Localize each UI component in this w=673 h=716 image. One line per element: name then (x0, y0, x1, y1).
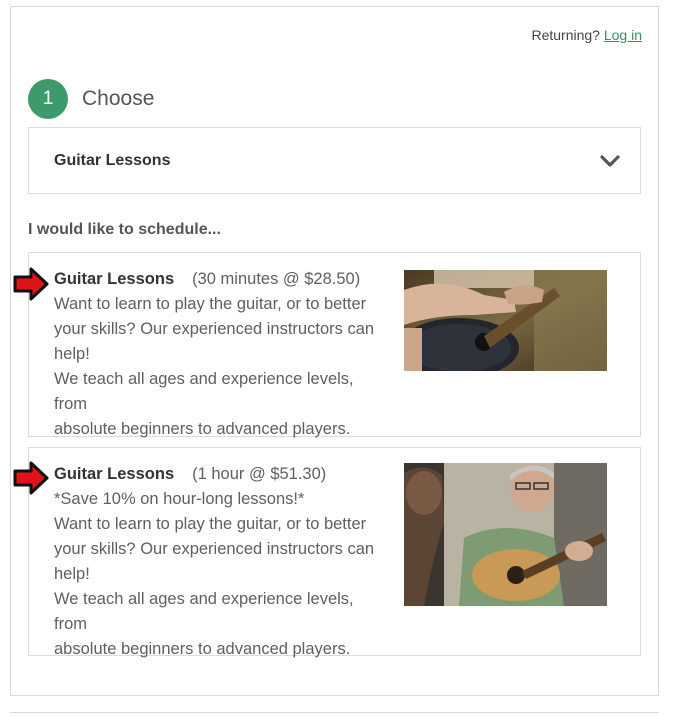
red-arrow-icon (13, 267, 49, 301)
returning-prompt: Returning? Log in (531, 27, 642, 43)
guitar-closeup-photo (404, 270, 607, 371)
service-description-line: your skills? Our experienced instructors… (54, 540, 375, 558)
service-promo-line: *Save 10% on hour-long lessons!* (54, 490, 305, 508)
service-description-line: help! (54, 565, 90, 583)
category-select-value: Guitar Lessons (54, 151, 171, 169)
schedule-heading: I would like to schedule... (28, 221, 221, 238)
service-option-30min[interactable]: Guitar Lessons (30 minutes @ $28.50) Want… (13, 252, 641, 438)
service-description-line: Want to learn to play the guitar, or to … (54, 295, 367, 313)
service-name: Guitar Lessons (54, 270, 175, 288)
service-description-line: Want to learn to play the guitar, or to … (54, 515, 367, 533)
step-title: Choose (82, 87, 155, 110)
login-link[interactable]: Log in (604, 27, 642, 43)
service-description-line: We teach all ages and experience levels,… (54, 370, 354, 413)
step-number-badge: 1 (28, 79, 68, 119)
chevron-down-icon (600, 154, 620, 167)
service-description-line: your skills? Our experienced instructors… (54, 320, 375, 338)
service-price: (30 minutes @ $28.50) (192, 270, 361, 288)
service-description-line: help! (54, 345, 90, 363)
service-option-text: Guitar Lessons (1 hour @ $51.30) *Save 10… (54, 462, 389, 662)
service-option-text: Guitar Lessons (30 minutes @ $28.50) Want… (54, 267, 389, 442)
service-description-line: We teach all ages and experience levels,… (54, 590, 354, 633)
service-option-1hour[interactable]: Guitar Lessons (1 hour @ $51.30) *Save 10… (13, 447, 641, 658)
guitar-lesson-photo (404, 463, 607, 606)
service-name: Guitar Lessons (54, 465, 175, 483)
red-arrow-icon (13, 461, 49, 495)
service-price: (1 hour @ $51.30) (192, 465, 327, 483)
category-select[interactable]: Guitar Lessons (28, 127, 641, 194)
step-header: 1 Choose (28, 79, 154, 119)
service-description-line: absolute beginners to advanced players. (54, 640, 351, 658)
bottom-divider (10, 712, 659, 713)
service-description-line: absolute beginners to advanced players. (54, 420, 351, 438)
returning-text: Returning? (531, 27, 600, 43)
booking-panel: Returning? Log in 1 Choose Guitar Lesson… (10, 6, 659, 696)
